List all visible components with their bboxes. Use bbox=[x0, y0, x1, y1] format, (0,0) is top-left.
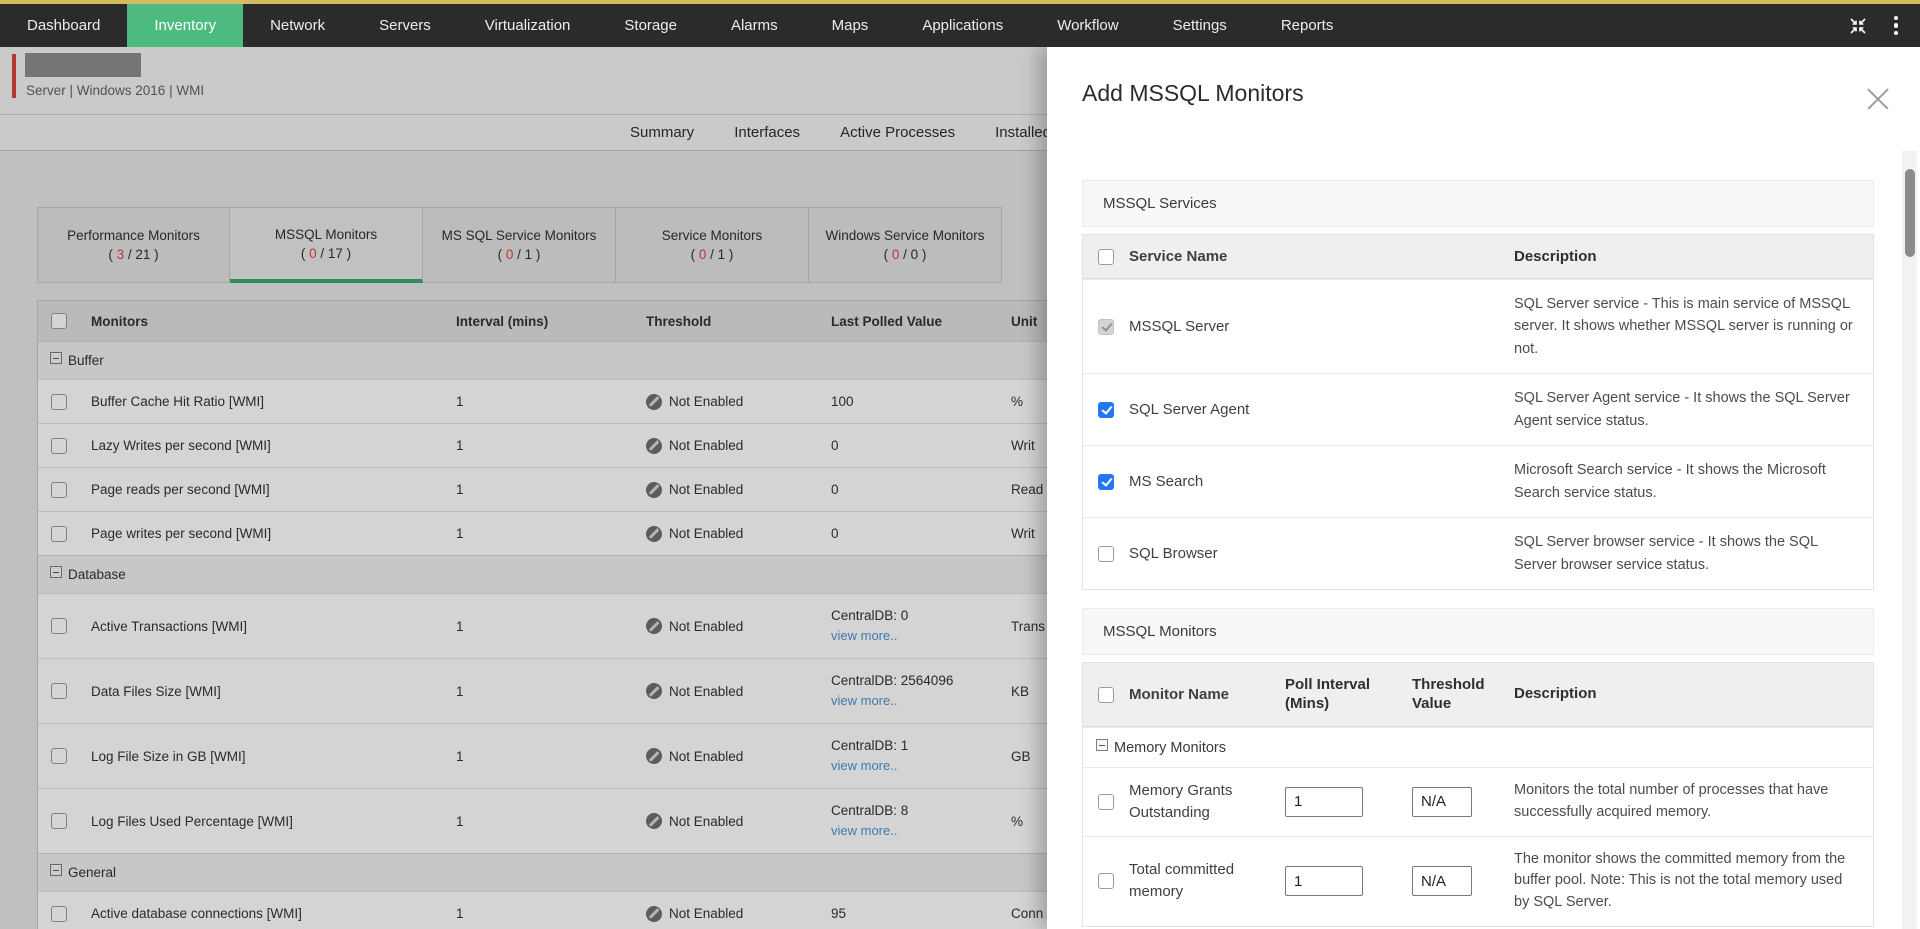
section-header: MSSQL Services bbox=[1082, 180, 1874, 227]
col-service-name: Service Name bbox=[1129, 248, 1514, 265]
service-name: SQL Server Agent bbox=[1129, 401, 1514, 418]
collapse-group-icon[interactable] bbox=[1096, 739, 1108, 751]
monitor-row: Total committed memory The monitor shows… bbox=[1083, 836, 1873, 926]
modal-scrollbar-track[interactable] bbox=[1902, 151, 1917, 929]
modal-title: Add MSSQL Monitors bbox=[1082, 80, 1304, 107]
modal-dim-overlay bbox=[0, 47, 1047, 929]
threshold-value-input[interactable] bbox=[1412, 787, 1472, 817]
col-monitor-name: Monitor Name bbox=[1129, 684, 1285, 706]
nav-item-servers[interactable]: Servers bbox=[352, 4, 458, 47]
nav-item-reports[interactable]: Reports bbox=[1254, 4, 1361, 47]
close-icon[interactable] bbox=[1866, 87, 1890, 111]
nav-item-storage[interactable]: Storage bbox=[597, 4, 704, 47]
service-row: SQL Server Agent SQL Server Agent servic… bbox=[1083, 373, 1873, 445]
group-label: Memory Monitors bbox=[1114, 740, 1226, 756]
nav-item-inventory[interactable]: Inventory bbox=[127, 4, 243, 47]
col-description: Description bbox=[1514, 245, 1873, 268]
group-row-memory-monitors: Memory Monitors bbox=[1083, 727, 1873, 767]
collapse-fullscreen-icon[interactable] bbox=[1848, 16, 1868, 36]
col-threshold-value: Threshold Value bbox=[1412, 676, 1486, 714]
service-checkbox[interactable] bbox=[1098, 402, 1114, 418]
service-row: SQL Browser SQL Server browser service -… bbox=[1083, 517, 1873, 589]
monitor-description: Monitors the total number of processes t… bbox=[1514, 768, 1873, 836]
service-row: MS Search Microsoft Search service - It … bbox=[1083, 445, 1873, 517]
monitor-name: Memory Grants Outstanding bbox=[1129, 780, 1285, 824]
monitor-checkbox[interactable] bbox=[1098, 873, 1114, 889]
monitor-row: Memory Grants Outstanding Monitors the t… bbox=[1083, 767, 1873, 836]
service-description: SQL Server service - This is main servic… bbox=[1514, 280, 1873, 373]
service-description: Microsoft Search service - It shows the … bbox=[1514, 446, 1873, 517]
monitors-table-header: Monitor Name Poll Interval (Mins) Thresh… bbox=[1083, 663, 1873, 727]
service-description: SQL Server browser service - It shows th… bbox=[1514, 518, 1873, 589]
services-table: Service Name Description MSSQL Server SQ… bbox=[1082, 234, 1874, 590]
nav-item-workflow[interactable]: Workflow bbox=[1030, 4, 1145, 47]
nav-item-applications[interactable]: Applications bbox=[895, 4, 1030, 47]
modal-scrollbar-thumb[interactable] bbox=[1905, 169, 1915, 257]
col-poll-interval: Poll Interval (Mins) bbox=[1285, 676, 1377, 714]
service-description: SQL Server Agent service - It shows the … bbox=[1514, 374, 1873, 445]
service-row: MSSQL Server SQL Server service - This i… bbox=[1083, 279, 1873, 373]
nav-item-maps[interactable]: Maps bbox=[805, 4, 896, 47]
poll-interval-input[interactable] bbox=[1285, 787, 1363, 817]
nav-item-network[interactable]: Network bbox=[243, 4, 352, 47]
kebab-menu-icon[interactable] bbox=[1888, 14, 1905, 38]
section-header: MSSQL Monitors bbox=[1082, 608, 1874, 655]
service-checkbox[interactable] bbox=[1098, 546, 1114, 562]
service-name: SQL Browser bbox=[1129, 545, 1514, 562]
mssql-services-section: MSSQL Services Service Name Description … bbox=[1082, 180, 1874, 590]
monitor-description: The monitor shows the committed memory f… bbox=[1514, 837, 1873, 926]
add-mssql-monitors-modal: Add MSSQL Monitors MSSQL Services Servic… bbox=[1047, 47, 1920, 929]
col-description: Description bbox=[1514, 683, 1873, 706]
nav-item-virtualization[interactable]: Virtualization bbox=[458, 4, 598, 47]
monitors-select-table: Monitor Name Poll Interval (Mins) Thresh… bbox=[1082, 662, 1874, 927]
select-all-services-checkbox[interactable] bbox=[1098, 249, 1114, 265]
monitor-name: Total committed memory bbox=[1129, 859, 1285, 903]
service-checkbox[interactable] bbox=[1098, 319, 1114, 335]
monitor-checkbox[interactable] bbox=[1098, 794, 1114, 810]
service-checkbox[interactable] bbox=[1098, 474, 1114, 490]
nav-item-alarms[interactable]: Alarms bbox=[704, 4, 805, 47]
service-name: MSSQL Server bbox=[1129, 318, 1514, 335]
top-nav: Dashboard Inventory Network Servers Virt… bbox=[0, 0, 1920, 47]
poll-interval-input[interactable] bbox=[1285, 866, 1363, 896]
threshold-value-input[interactable] bbox=[1412, 866, 1472, 896]
nav-item-settings[interactable]: Settings bbox=[1146, 4, 1254, 47]
service-name: MS Search bbox=[1129, 473, 1514, 490]
nav-item-dashboard[interactable]: Dashboard bbox=[0, 4, 127, 47]
mssql-monitors-section: MSSQL Monitors Monitor Name Poll Interva… bbox=[1082, 608, 1874, 927]
select-all-monitors-checkbox[interactable] bbox=[1098, 687, 1114, 703]
services-table-header: Service Name Description bbox=[1083, 235, 1873, 279]
